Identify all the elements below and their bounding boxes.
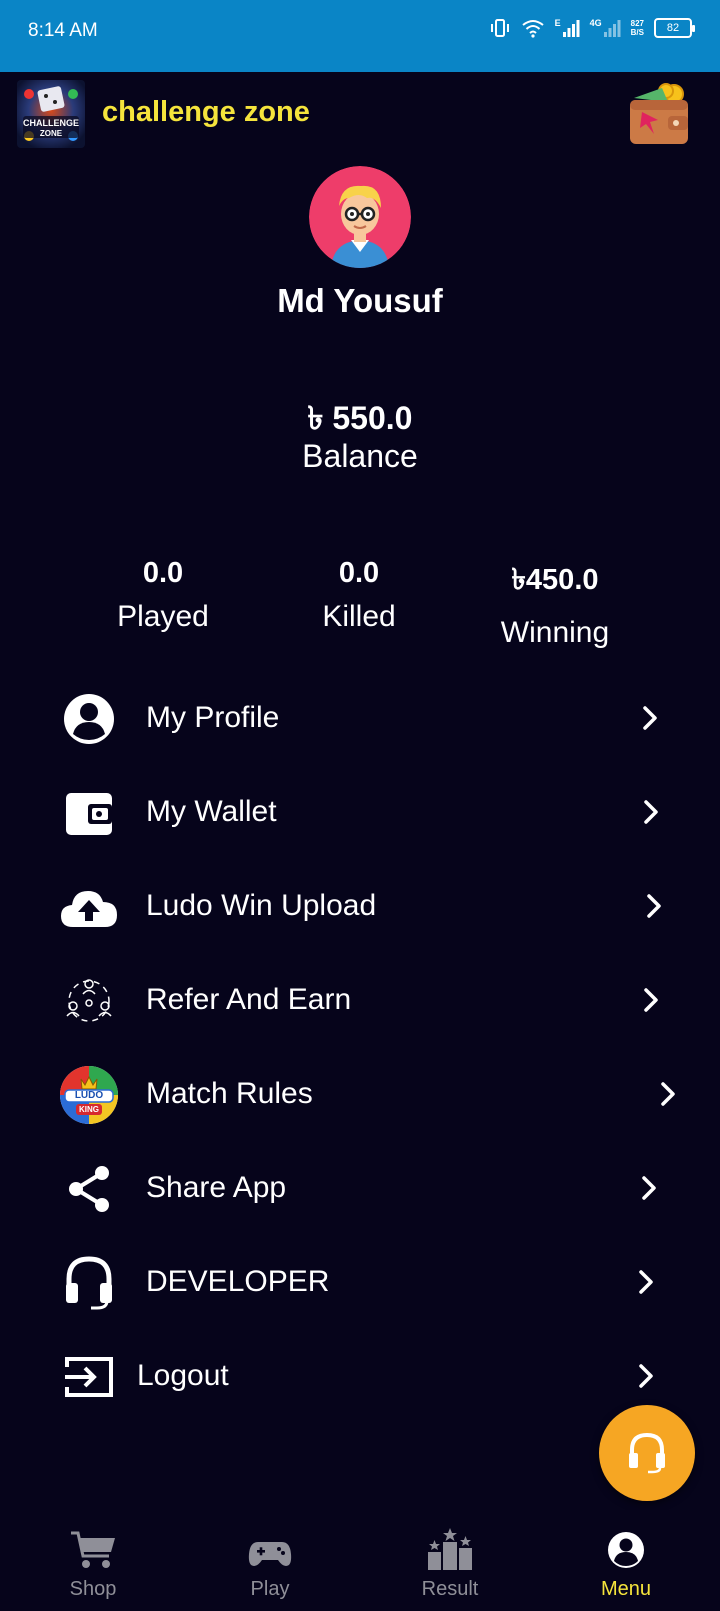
signal-2-icon: 4G (590, 18, 621, 38)
chevron-right-icon (643, 706, 657, 730)
logout-icon (58, 1346, 120, 1408)
chevron-right-icon (644, 988, 658, 1012)
menu-item-ludo-win-upload[interactable]: Ludo Win Upload (0, 866, 720, 946)
nav-label: Play (250, 1578, 290, 1600)
support-button[interactable] (599, 1405, 695, 1501)
gamepad-icon (248, 1542, 292, 1566)
network-speed: 827 B/S (631, 19, 644, 37)
app-logo: CHALLENGE ZONE (17, 80, 85, 148)
ludo-king-icon: LUDO KING (58, 1064, 120, 1126)
leaderboard-icon (428, 1528, 472, 1570)
logo-text-line1: CHALLENGE (23, 118, 79, 128)
stat-killed: 0.0 Killed (259, 557, 459, 634)
nav-item-menu[interactable]: Menu (556, 1526, 696, 1601)
nav-label: Menu (600, 1578, 652, 1600)
ludo-badge-bottom: KING (79, 1105, 99, 1114)
stat-winning: ৳450.0 Winning (455, 557, 655, 650)
status-bar: 8:14 AM E 4G 827 B/S 82 (0, 0, 720, 72)
menu-item-logout[interactable]: Logout (0, 1336, 720, 1416)
speed-unit: B/S (630, 28, 644, 37)
chevron-right-icon (647, 894, 661, 918)
menu-item-developer[interactable]: DEVELOPER (0, 1242, 720, 1322)
menu-item-my-profile[interactable]: My Profile (0, 678, 720, 758)
wallet-icon (58, 782, 120, 844)
menu-item-refer-and-earn[interactable]: Refer And Earn (0, 960, 720, 1040)
chevron-right-icon (644, 800, 658, 824)
nav-label: Result (421, 1578, 479, 1600)
chevron-right-icon (639, 1364, 653, 1388)
menu-item-my-wallet[interactable]: My Wallet (0, 772, 720, 852)
signal-1-icon: E (555, 18, 580, 38)
menu-item-share-app[interactable]: Share App (0, 1148, 720, 1228)
menu-label: My Profile (146, 701, 280, 734)
stat-value: 0.0 (338, 557, 380, 589)
stat-value: 0.0 (142, 557, 184, 589)
chevron-right-icon (661, 1082, 675, 1106)
status-icons: E 4G 827 B/S 82 (489, 18, 695, 38)
nav-item-result[interactable]: Result (380, 1526, 520, 1601)
headset-icon (629, 1432, 665, 1474)
chevron-right-icon (642, 1176, 656, 1200)
app-header: CHALLENGE ZONE challenge zone (0, 72, 720, 160)
stat-value: ৳450.0 (511, 564, 599, 596)
nav-label: Shop (69, 1578, 117, 1600)
menu-label: My Wallet (146, 795, 277, 828)
stat-label: Killed (322, 600, 396, 633)
speed-value: 827 (630, 19, 644, 28)
menu-label: Logout (137, 1359, 229, 1392)
menu-label: Ludo Win Upload (146, 889, 377, 922)
bottom-nav: Shop Play Result Menu (0, 1510, 720, 1611)
user-circle-icon (608, 1532, 644, 1568)
app-title: challenge zone (102, 96, 310, 128)
menu-label: DEVELOPER (146, 1265, 330, 1298)
nav-item-play[interactable]: Play (200, 1526, 340, 1601)
logo-text-line2: ZONE (39, 129, 63, 138)
avatar-icon (309, 166, 411, 268)
balance-label: Balance (302, 438, 418, 474)
user-name: Md Yousuf (277, 282, 443, 319)
network-e-label: E (554, 18, 561, 28)
nav-item-shop[interactable]: Shop (23, 1526, 163, 1601)
stat-label: Winning (500, 616, 610, 649)
wallet-icon (630, 83, 688, 144)
menu-label: Share App (146, 1171, 287, 1204)
stat-label: Played (117, 600, 209, 633)
avatar (309, 166, 411, 268)
share-icon (58, 1158, 120, 1220)
cloud-upload-icon (58, 876, 120, 938)
stat-played: 0.0 Played (63, 557, 263, 634)
network-4g-label: 4G (589, 18, 602, 28)
headphones-icon (58, 1252, 120, 1314)
battery-level: 82 (666, 22, 680, 34)
wallet-button[interactable] (628, 82, 690, 146)
status-time: 8:14 AM (28, 20, 98, 41)
menu-label: Refer And Earn (146, 983, 352, 1016)
wifi-icon (521, 18, 545, 38)
ludo-badge-top: LUDO (74, 1090, 104, 1101)
chevron-right-icon (639, 1270, 653, 1294)
battery-icon: 82 (654, 18, 695, 38)
menu-item-match-rules[interactable]: LUDO KING Match Rules (0, 1054, 720, 1134)
user-circle-icon (58, 688, 120, 750)
menu-label: Match Rules (146, 1077, 313, 1110)
cart-icon (71, 1531, 115, 1568)
people-network-icon (58, 970, 120, 1032)
vibrate-icon (489, 18, 511, 38)
